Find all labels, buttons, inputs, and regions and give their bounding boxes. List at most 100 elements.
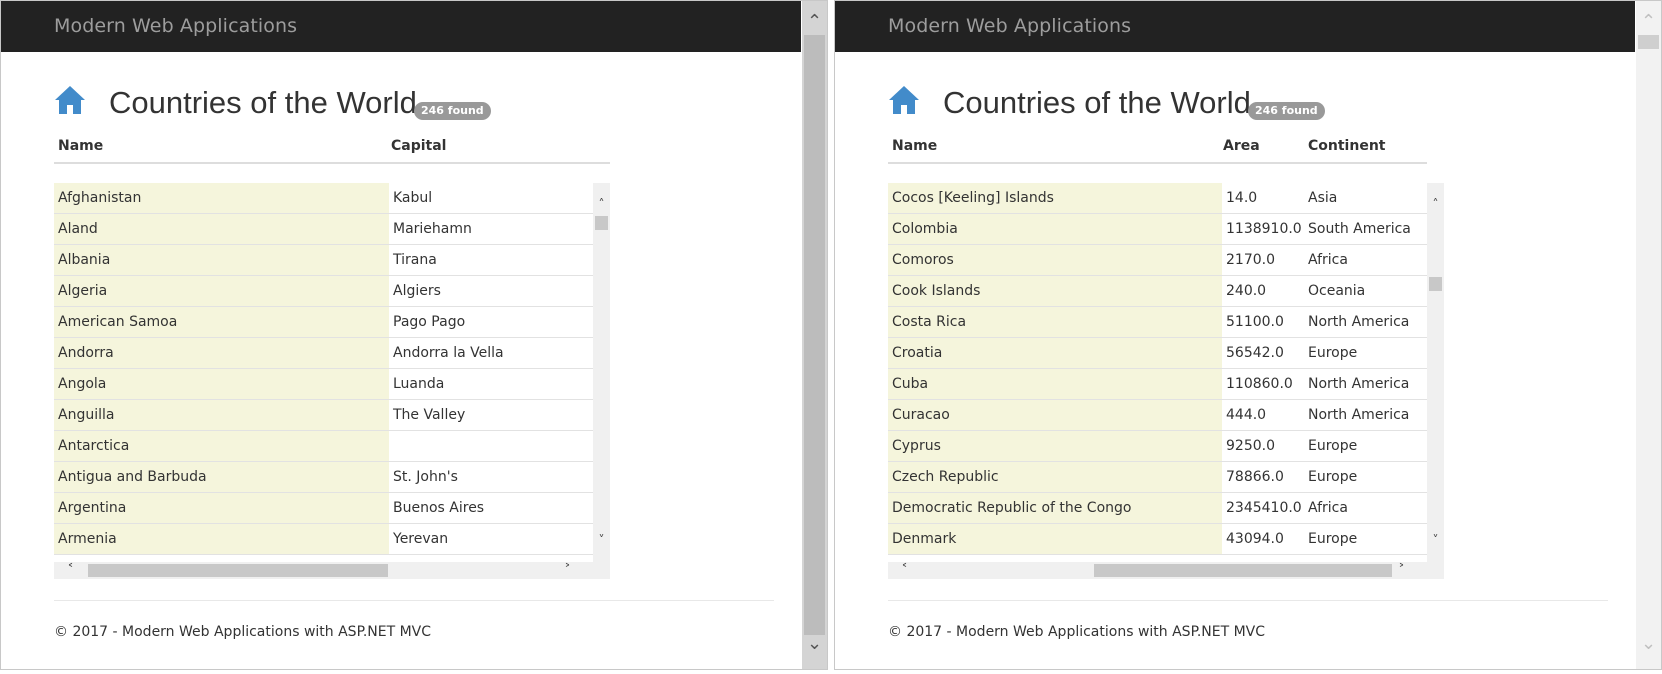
table-header: Name Capital: [54, 131, 610, 164]
table-cell-continent: Africa: [1308, 500, 1348, 516]
table-row[interactable]: Cyprus 9250.0 Europe: [888, 431, 1427, 462]
table-cell-name: Democratic Republic of the Congo: [888, 493, 1222, 523]
table-cell-name: Cuba: [888, 369, 1222, 399]
chevron-up-icon[interactable]: ˄: [1427, 197, 1444, 211]
table-row[interactable]: Antigua and Barbuda St. John's: [54, 462, 593, 493]
table-cell-area: 56542.0: [1226, 345, 1284, 361]
table-cell-continent: North America: [1308, 314, 1410, 330]
table-row[interactable]: Antarctica: [54, 431, 593, 462]
page-scroll-thumb[interactable]: [804, 35, 825, 635]
table-cell-capital: Luanda: [393, 376, 445, 392]
brand-link[interactable]: Modern Web Applications: [888, 15, 1131, 37]
footer-divider: [54, 600, 774, 601]
left-browser-window: Modern Web Applications ⌃ ⌄ Countries of…: [0, 0, 828, 670]
table-cell-name: Comoros: [888, 245, 1222, 275]
column-header-name[interactable]: Name: [892, 138, 937, 154]
grid-vscroll-thumb[interactable]: [595, 216, 608, 230]
table-cell-name: American Samoa: [54, 307, 389, 337]
table-cell-capital: Yerevan: [393, 531, 449, 547]
table-cell-area: 2345410.0: [1226, 500, 1302, 516]
chevron-down-icon[interactable]: ˅: [1427, 533, 1444, 547]
column-header-continent[interactable]: Continent: [1308, 138, 1385, 154]
grid-vscroll-thumb[interactable]: [1429, 277, 1442, 291]
page-scrollbar[interactable]: ⌃ ⌄: [1636, 1, 1661, 669]
home-icon[interactable]: [888, 85, 920, 115]
table-row[interactable]: Angola Luanda: [54, 369, 593, 400]
table-row[interactable]: Algeria Algiers: [54, 276, 593, 307]
table-cell-continent: Europe: [1308, 531, 1358, 547]
table-cell-name: Antigua and Barbuda: [54, 462, 389, 492]
table-row[interactable]: Argentina Buenos Aires: [54, 493, 593, 524]
table-cell-area: 78866.0: [1226, 469, 1284, 485]
table-row[interactable]: Czech Republic 78866.0 Europe: [888, 462, 1427, 493]
table-row[interactable]: Cuba 110860.0 North America: [888, 369, 1427, 400]
scroll-down-icon[interactable]: ⌄: [802, 633, 827, 655]
table-cell-name: Costa Rica: [888, 307, 1222, 337]
table-row[interactable]: Croatia 56542.0 Europe: [888, 338, 1427, 369]
chevron-up-icon[interactable]: ˄: [593, 197, 610, 211]
page-scrollbar[interactable]: ⌃ ⌄: [802, 1, 827, 669]
column-header-name[interactable]: Name: [58, 138, 103, 154]
table-row[interactable]: Curacao 444.0 North America: [888, 400, 1427, 431]
table-cell-name: Argentina: [54, 493, 389, 523]
grid-hscroll-thumb[interactable]: [88, 564, 388, 577]
table-cell-name: Aland: [54, 214, 389, 244]
table-cell-capital: Algiers: [393, 283, 441, 299]
table-cell-name: Andorra: [54, 338, 389, 368]
table-row[interactable]: Costa Rica 51100.0 North America: [888, 307, 1427, 338]
chevron-left-icon[interactable]: ˂: [896, 562, 913, 579]
chevron-down-icon[interactable]: ˅: [593, 533, 610, 547]
table-cell-area: 110860.0: [1226, 376, 1293, 392]
footer-text: © 2017 - Modern Web Applications with AS…: [888, 624, 1266, 640]
page-scroll-thumb[interactable]: [1638, 35, 1659, 49]
data-grid: Cocos [Keeling] Islands 14.0 Asia Colombia 1…: [888, 183, 1427, 562]
table-row[interactable]: Albania Tirana: [54, 245, 593, 276]
table-row[interactable]: Denmark 43094.0 Europe: [888, 524, 1427, 555]
table-cell-capital: Mariehamn: [393, 221, 472, 237]
table-row[interactable]: Colombia 1138910.0 South America: [888, 214, 1427, 245]
table-cell-capital: Tirana: [393, 252, 437, 268]
page-title: Countries of the World: [943, 85, 1251, 120]
table-row[interactable]: Democratic Republic of the Congo 2345410.…: [888, 493, 1427, 524]
table-cell-continent: South America: [1308, 221, 1411, 237]
column-header-capital[interactable]: Capital: [391, 138, 446, 154]
table-row[interactable]: Anguilla The Valley: [54, 400, 593, 431]
scroll-down-icon[interactable]: ⌄: [1636, 633, 1661, 655]
table-cell-continent: Europe: [1308, 345, 1358, 361]
table-cell-name: Armenia: [54, 524, 389, 554]
home-icon[interactable]: [54, 85, 86, 115]
grid-vertical-scrollbar[interactable]: ˄ ˅: [1427, 183, 1444, 562]
data-grid: Afghanistan Kabul Aland Mariehamn Albania Tir…: [54, 183, 593, 562]
grid-horizontal-scrollbar[interactable]: ˂ ˃: [888, 562, 1444, 579]
table-cell-name: Antarctica: [54, 431, 389, 461]
navbar: Modern Web Applications: [835, 1, 1635, 52]
table-cell-area: 1138910.0: [1226, 221, 1302, 237]
brand-link[interactable]: Modern Web Applications: [54, 15, 297, 37]
table-row[interactable]: Andorra Andorra la Vella: [54, 338, 593, 369]
grid-hscroll-thumb[interactable]: [1094, 564, 1392, 577]
table-cell-capital: [389, 431, 593, 461]
table-cell-continent: North America: [1308, 407, 1410, 423]
table-row[interactable]: Cocos [Keeling] Islands 14.0 Asia: [888, 183, 1427, 214]
chevron-left-icon[interactable]: ˂: [62, 562, 79, 579]
table-row[interactable]: American Samoa Pago Pago: [54, 307, 593, 338]
scroll-up-icon[interactable]: ⌃: [1636, 11, 1661, 33]
table-cell-name: Algeria: [54, 276, 389, 306]
table-row[interactable]: Cook Islands 240.0 Oceania: [888, 276, 1427, 307]
table-cell-name: Angola: [54, 369, 389, 399]
table-cell-continent: Oceania: [1308, 283, 1366, 299]
table-row[interactable]: Armenia Yerevan: [54, 524, 593, 555]
table-cell-area: 240.0: [1226, 283, 1267, 299]
table-header: Name Area Continent: [888, 131, 1427, 164]
table-row[interactable]: Afghanistan Kabul: [54, 183, 593, 214]
table-cell-name: Cyprus: [888, 431, 1222, 461]
grid-vertical-scrollbar[interactable]: ˄ ˅: [593, 183, 610, 562]
scroll-up-icon[interactable]: ⌃: [802, 11, 827, 33]
chevron-right-icon[interactable]: ˃: [1393, 562, 1410, 579]
table-row[interactable]: Aland Mariehamn: [54, 214, 593, 245]
table-cell-name: Colombia: [888, 214, 1222, 244]
table-row[interactable]: Comoros 2170.0 Africa: [888, 245, 1427, 276]
chevron-right-icon[interactable]: ˃: [559, 562, 576, 579]
column-header-area[interactable]: Area: [1223, 138, 1260, 154]
grid-horizontal-scrollbar[interactable]: ˂ ˃: [54, 562, 610, 579]
